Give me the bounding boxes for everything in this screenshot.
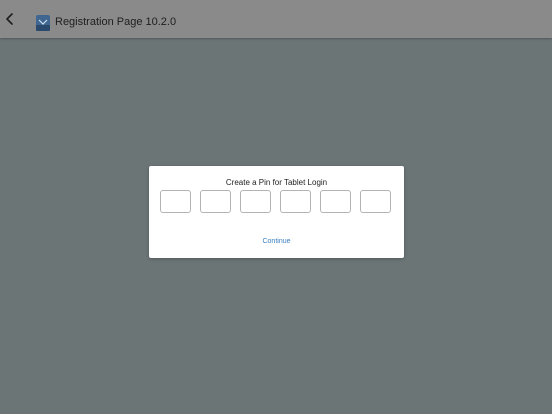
pin-digit-4[interactable] [280,190,311,213]
continue-button[interactable]: Continue [149,238,404,245]
pin-digit-5[interactable] [320,190,351,213]
page-title: Registration Page 10.2.0 [55,16,177,28]
pin-digit-3[interactable] [240,190,271,213]
pin-digit-2[interactable] [200,190,231,213]
dialog-title: Create a Pin for Tablet Login [225,178,328,187]
top-bar: Registration Page 10.2.0 [0,0,552,38]
create-pin-dialog: Create a Pin for Tablet Login Continue [149,166,404,258]
app-logo-icon [36,15,50,31]
pin-digit-1[interactable] [160,190,191,213]
pin-digit-6[interactable] [360,190,391,213]
chevron-left-icon[interactable] [3,12,17,26]
